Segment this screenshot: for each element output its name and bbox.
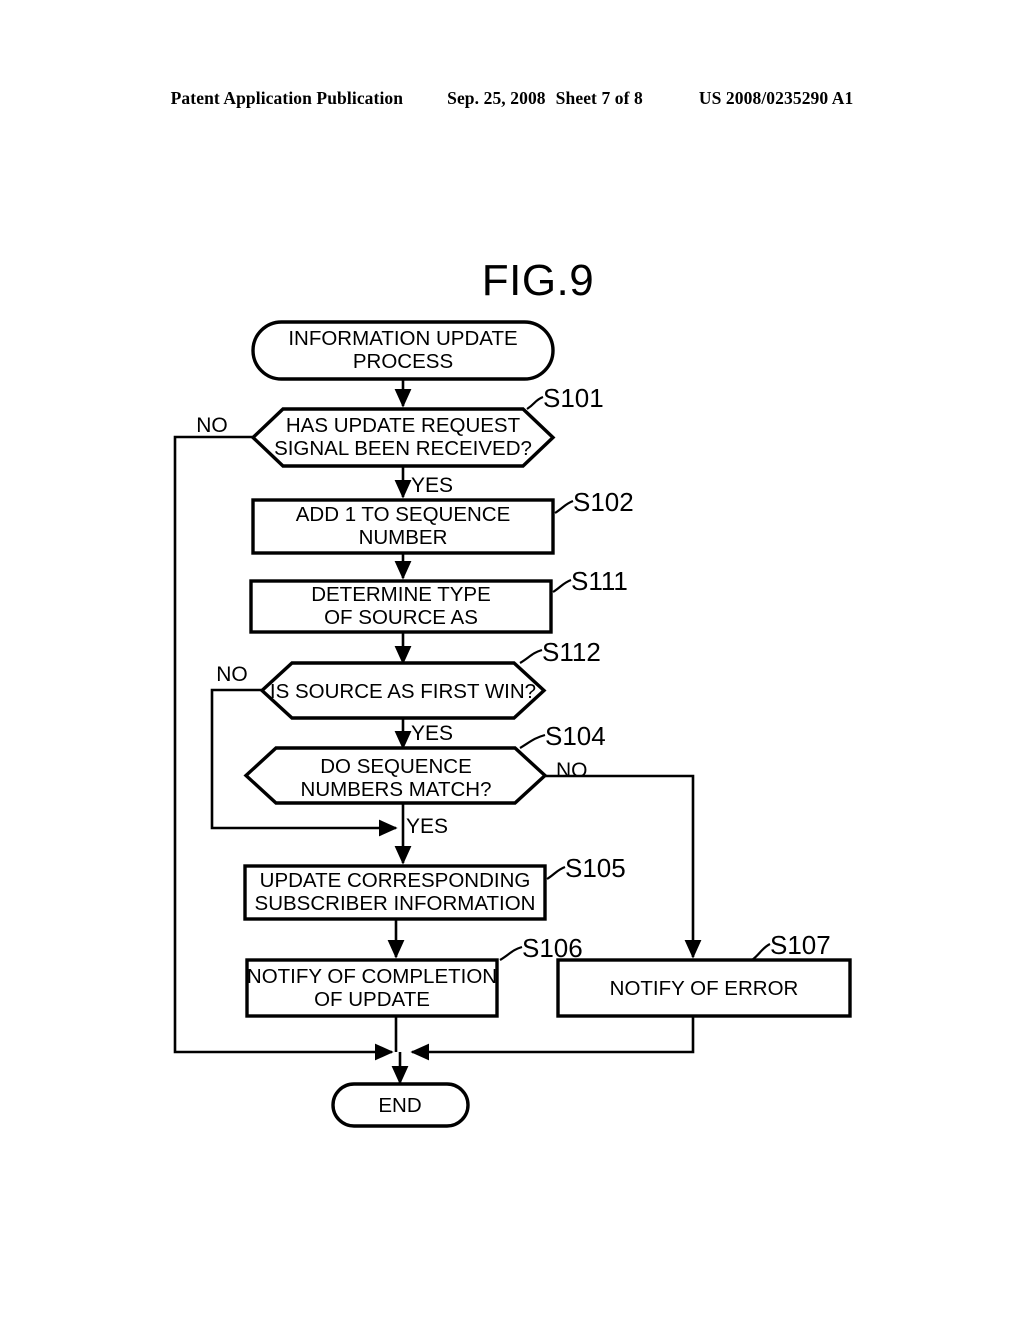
s112-label-line1: IS SOURCE AS FIRST WIN? xyxy=(270,680,536,703)
start-label-line2: PROCESS xyxy=(353,350,453,373)
s105-step-label: S105 xyxy=(565,853,626,883)
s104-yes-label: YES xyxy=(406,815,448,838)
s101-yes-label: YES xyxy=(411,474,453,497)
s112-step-label: S112 xyxy=(542,637,601,667)
s111-label-line2: OF SOURCE AS xyxy=(324,606,478,629)
s101-step-label: S101 xyxy=(543,383,604,413)
edge-s107-to-end xyxy=(410,1016,695,1061)
s112-step-leader xyxy=(519,648,543,664)
end-label: END xyxy=(378,1094,421,1117)
patent-page: Patent Application Publication Sep. 25, … xyxy=(0,0,1024,1320)
s106-label-line1: NOTIFY OF COMPLETION xyxy=(247,965,497,988)
s101-label-line1: HAS UPDATE REQUEST xyxy=(286,414,521,437)
s102-step-leader xyxy=(554,499,574,514)
s104-step-leader xyxy=(519,733,546,749)
node-s106: NOTIFY OF COMPLETION OF UPDATE S106 xyxy=(245,933,583,1018)
s101-no-label: NO xyxy=(196,414,228,437)
s112-yes-label: YES xyxy=(411,722,453,745)
s111-step-leader xyxy=(552,578,572,593)
node-start: INFORMATION UPDATE PROCESS xyxy=(251,320,555,381)
s105-label-line2: SUBSCRIBER INFORMATION xyxy=(255,892,536,915)
s112-no-label: NO xyxy=(216,663,248,686)
s107-step-label: S107 xyxy=(770,930,831,960)
s104-no-label: NO xyxy=(556,759,588,782)
s107-label-line1: NOTIFY OF ERROR xyxy=(610,977,799,1000)
node-end: END xyxy=(331,1082,470,1128)
node-s112: IS SOURCE AS FIRST WIN? S112 NO YES xyxy=(216,637,601,745)
s106-label-line2: OF UPDATE xyxy=(314,988,430,1011)
node-s107: NOTIFY OF ERROR S107 xyxy=(556,930,852,1018)
start-label-line1: INFORMATION UPDATE xyxy=(288,327,517,350)
s101-label-line2: SIGNAL BEEN RECEIVED? xyxy=(274,437,532,460)
s106-step-leader xyxy=(499,945,523,961)
s102-step-label: S102 xyxy=(573,487,634,517)
s101-step-leader xyxy=(526,395,544,410)
s105-step-leader xyxy=(546,865,566,880)
s111-label-line1: DETERMINE TYPE xyxy=(311,583,491,606)
s104-label-line2: NUMBERS MATCH? xyxy=(301,778,492,801)
s111-step-label: S111 xyxy=(571,566,628,596)
node-s111: DETERMINE TYPE OF SOURCE AS S111 xyxy=(249,566,628,634)
node-s105: UPDATE CORRESPONDING SUBSCRIBER INFORMAT… xyxy=(243,853,626,921)
node-s101: HAS UPDATE REQUEST SIGNAL BEEN RECEIVED?… xyxy=(196,383,603,497)
s102-label-line2: NUMBER xyxy=(359,526,448,549)
s105-label-line1: UPDATE CORRESPONDING xyxy=(260,869,531,892)
s107-step-leader xyxy=(751,943,771,961)
flowchart: INFORMATION UPDATE PROCESS HAS UPDATE RE… xyxy=(173,320,852,1128)
s104-label-line1: DO SEQUENCE xyxy=(320,755,472,778)
s102-label-line1: ADD 1 TO SEQUENCE xyxy=(296,503,511,526)
s104-step-label: S104 xyxy=(545,721,606,751)
